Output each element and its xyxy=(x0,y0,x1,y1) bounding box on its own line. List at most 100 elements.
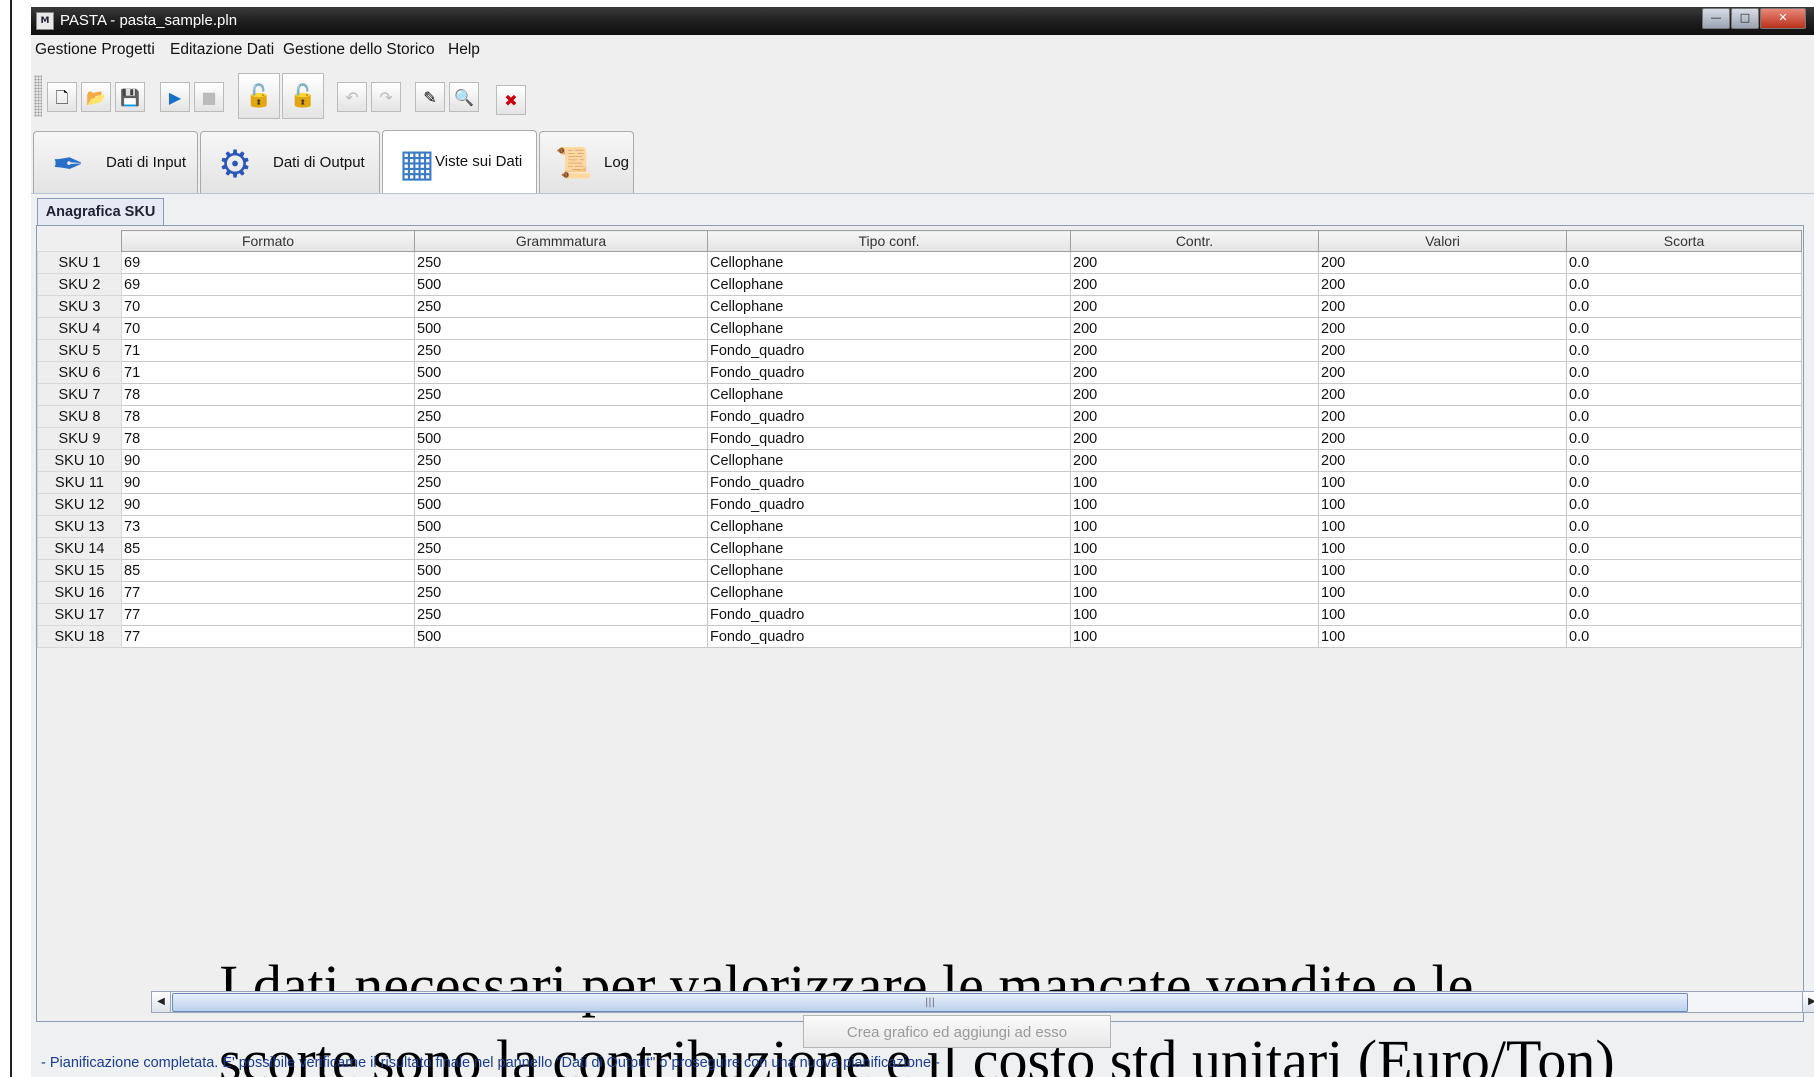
table-cell[interactable]: Fondo_quadro xyxy=(707,339,1071,362)
horizontal-scrollbar[interactable]: ◀ ||| ▶ xyxy=(151,991,1814,1013)
table-cell[interactable]: Cellophane xyxy=(707,581,1071,604)
table-row[interactable]: SKU 4 70 500 Cellophane 200 200 0.0 xyxy=(37,317,1802,340)
table-cell[interactable]: 250 xyxy=(414,471,708,494)
table-row[interactable]: SKU 8 78 250 Fondo_quadro 200 200 0.0 xyxy=(37,405,1802,428)
table-cell[interactable]: Cellophane xyxy=(707,317,1071,340)
table-cell[interactable]: 78 xyxy=(121,427,415,450)
table-cell[interactable]: 200 xyxy=(1070,383,1319,406)
table-cell[interactable]: 500 xyxy=(414,427,708,450)
table-cell[interactable]: 100 xyxy=(1318,515,1567,538)
table-cell[interactable]: Cellophane xyxy=(707,515,1071,538)
table-cell[interactable]: 500 xyxy=(414,515,708,538)
table-cell[interactable]: 200 xyxy=(1318,361,1567,384)
tab-log[interactable]: 📜 Log xyxy=(539,131,634,193)
table-cell[interactable]: 77 xyxy=(121,625,415,648)
table-cell[interactable]: Cellophane xyxy=(707,449,1071,472)
table-cell[interactable]: Fondo_quadro xyxy=(707,471,1071,494)
table-cell[interactable]: 250 xyxy=(414,339,708,362)
table-cell[interactable]: Fondo_quadro xyxy=(707,603,1071,626)
table-cell[interactable]: 200 xyxy=(1070,273,1319,296)
table-cell[interactable]: 200 xyxy=(1070,317,1319,340)
table-row[interactable]: SKU 11 90 250 Fondo_quadro 100 100 0.0 xyxy=(37,471,1802,494)
table-cell[interactable]: 77 xyxy=(121,603,415,626)
table-cell[interactable]: 0.0 xyxy=(1566,603,1802,626)
table-cell[interactable]: Cellophane xyxy=(707,383,1071,406)
column-header-valori[interactable]: Valori xyxy=(1318,230,1567,252)
table-row[interactable]: SKU 5 71 250 Fondo_quadro 200 200 0.0 xyxy=(37,339,1802,362)
table-cell[interactable]: 71 xyxy=(121,361,415,384)
table-cell[interactable]: 100 xyxy=(1318,471,1567,494)
close-icon[interactable]: ✕ xyxy=(1760,8,1806,29)
table-row[interactable]: SKU 12 90 500 Fondo_quadro 100 100 0.0 xyxy=(37,493,1802,516)
table-row[interactable]: SKU 2 69 500 Cellophane 200 200 0.0 xyxy=(37,273,1802,296)
table-cell[interactable]: 250 xyxy=(414,581,708,604)
menu-gestione-progetti[interactable]: Gestione Progetti xyxy=(35,41,155,59)
table-cell[interactable]: 200 xyxy=(1070,339,1319,362)
table-cell[interactable]: 100 xyxy=(1318,537,1567,560)
table-cell[interactable]: 70 xyxy=(121,295,415,318)
table-cell[interactable]: 500 xyxy=(414,317,708,340)
table-cell[interactable]: 100 xyxy=(1070,559,1319,582)
table-cell[interactable]: 0.0 xyxy=(1566,625,1802,648)
unlock-database-icon[interactable]: 🔓 xyxy=(238,73,280,119)
column-header-scorta[interactable]: Scorta xyxy=(1566,230,1802,252)
table-cell[interactable]: 100 xyxy=(1318,559,1567,582)
table-cell[interactable]: 73 xyxy=(121,515,415,538)
table-cell[interactable]: Cellophane xyxy=(707,273,1071,296)
table-cell[interactable]: 0.0 xyxy=(1566,251,1802,274)
table-cell[interactable]: 0.0 xyxy=(1566,559,1802,582)
table-cell[interactable]: 0.0 xyxy=(1566,515,1802,538)
table-row[interactable]: SKU 3 70 250 Cellophane 200 200 0.0 xyxy=(37,295,1802,318)
save-icon[interactable]: 💾 xyxy=(115,82,145,112)
column-header-tipo-conf[interactable]: Tipo conf. xyxy=(707,230,1071,252)
table-cell[interactable]: 100 xyxy=(1070,493,1319,516)
delete-icon[interactable]: ✖ xyxy=(496,85,526,115)
tab-anagrafica-sku[interactable]: Anagrafica SKU xyxy=(37,198,164,225)
table-cell[interactable]: 0.0 xyxy=(1566,383,1802,406)
table-cell[interactable]: 0.0 xyxy=(1566,339,1802,362)
table-cell[interactable]: 69 xyxy=(121,251,415,274)
table-cell[interactable]: 200 xyxy=(1318,251,1567,274)
table-row[interactable]: SKU 18 77 500 Fondo_quadro 100 100 0.0 xyxy=(37,625,1802,648)
table-cell[interactable]: 0.0 xyxy=(1566,317,1802,340)
table-cell[interactable]: 200 xyxy=(1318,449,1567,472)
table-cell[interactable]: 200 xyxy=(1318,339,1567,362)
table-cell[interactable]: 200 xyxy=(1318,427,1567,450)
create-chart-button[interactable]: Crea grafico ed aggiungi ad esso xyxy=(803,1015,1111,1048)
table-cell[interactable]: 0.0 xyxy=(1566,405,1802,428)
tab-viste-sui-dati[interactable]: ▦ Viste sui Dati xyxy=(382,130,537,194)
table-cell[interactable]: 70 xyxy=(121,317,415,340)
maximize-icon[interactable]: □ xyxy=(1731,8,1759,29)
table-cell[interactable]: 100 xyxy=(1070,603,1319,626)
table-cell[interactable]: 500 xyxy=(414,361,708,384)
new-project-icon[interactable]: 🗋 xyxy=(47,82,77,112)
table-cell[interactable]: 250 xyxy=(414,603,708,626)
unlock-database-2-icon[interactable]: 🔓 xyxy=(282,73,324,119)
table-cell[interactable]: 500 xyxy=(414,273,708,296)
table-row[interactable]: SKU 15 85 500 Cellophane 100 100 0.0 xyxy=(37,559,1802,582)
table-row[interactable]: SKU 14 85 250 Cellophane 100 100 0.0 xyxy=(37,537,1802,560)
table-cell[interactable]: 100 xyxy=(1070,471,1319,494)
run-icon[interactable]: ▶ xyxy=(160,82,190,112)
table-cell[interactable]: 85 xyxy=(121,559,415,582)
table-cell[interactable]: 250 xyxy=(414,405,708,428)
table-cell[interactable]: 250 xyxy=(414,383,708,406)
table-cell[interactable]: 100 xyxy=(1318,581,1567,604)
table-cell[interactable]: 85 xyxy=(121,537,415,560)
table-row[interactable]: SKU 6 71 500 Fondo_quadro 200 200 0.0 xyxy=(37,361,1802,384)
table-cell[interactable]: 0.0 xyxy=(1566,449,1802,472)
table-cell[interactable]: 250 xyxy=(414,295,708,318)
table-cell[interactable]: Cellophane xyxy=(707,295,1071,318)
table-cell[interactable]: 100 xyxy=(1070,625,1319,648)
menu-editazione-dati[interactable]: Editazione Dati xyxy=(170,41,274,59)
table-cell[interactable]: 0.0 xyxy=(1566,581,1802,604)
table-cell[interactable]: 0.0 xyxy=(1566,537,1802,560)
table-row[interactable]: SKU 10 90 250 Cellophane 200 200 0.0 xyxy=(37,449,1802,472)
table-cell[interactable]: 90 xyxy=(121,493,415,516)
table-cell[interactable]: Fondo_quadro xyxy=(707,361,1071,384)
table-cell[interactable]: 200 xyxy=(1070,427,1319,450)
table-row[interactable]: SKU 13 73 500 Cellophane 100 100 0.0 xyxy=(37,515,1802,538)
column-header-formato[interactable]: Formato xyxy=(121,230,415,252)
table-row[interactable]: SKU 16 77 250 Cellophane 100 100 0.0 xyxy=(37,581,1802,604)
table-cell[interactable]: 100 xyxy=(1070,581,1319,604)
